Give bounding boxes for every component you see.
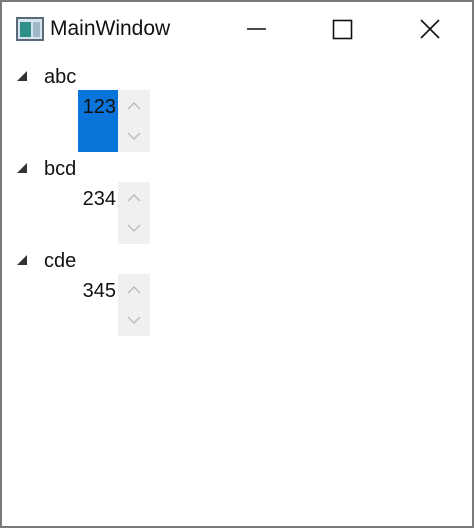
tree-node[interactable]: bcd 234 — [2, 148, 472, 244]
numeric-updown[interactable]: 345 — [78, 274, 150, 336]
expanded-triangle-icon[interactable] — [16, 253, 30, 267]
expanded-triangle-icon[interactable] — [16, 69, 30, 83]
close-button[interactable] — [386, 2, 472, 56]
tree-node-header[interactable]: cde — [16, 248, 216, 274]
numeric-value-input[interactable]: 123 — [78, 90, 118, 152]
tree-node-label: bcd — [44, 158, 77, 180]
window-title: MainWindow — [50, 17, 171, 40]
numeric-value-input[interactable]: 345 — [78, 274, 118, 336]
app-window-icon — [16, 17, 44, 41]
tree-node-label: cde — [44, 250, 77, 272]
tree-node[interactable]: abc 123 — [2, 56, 472, 152]
close-icon — [420, 19, 440, 39]
numeric-updown[interactable]: 123 — [78, 90, 150, 152]
expanded-triangle-icon[interactable] — [16, 161, 30, 175]
numeric-value-input[interactable]: 234 — [78, 182, 118, 244]
minimize-button[interactable] — [214, 2, 300, 56]
tree-node[interactable]: cde 345 — [2, 240, 472, 336]
maximize-icon — [332, 19, 353, 40]
chevron-up-icon[interactable] — [118, 182, 150, 213]
numeric-updown[interactable]: 234 — [78, 182, 150, 244]
chevron-up-icon[interactable] — [118, 90, 150, 121]
spin-buttons — [118, 274, 150, 336]
tree-node-label: abc — [44, 66, 77, 88]
spin-buttons — [118, 90, 150, 152]
spin-buttons — [118, 182, 150, 244]
tree-node-header[interactable]: bcd — [16, 156, 216, 182]
minimize-icon — [247, 28, 266, 30]
tree-node-header[interactable]: abc — [16, 64, 216, 90]
chevron-up-icon[interactable] — [118, 274, 150, 305]
chevron-down-icon[interactable] — [118, 305, 150, 336]
title-bar[interactable]: MainWindow — [2, 2, 472, 56]
maximize-button[interactable] — [300, 2, 386, 56]
main-window: MainWindow abc 123 bcd 234 cde 345 — [0, 0, 474, 528]
